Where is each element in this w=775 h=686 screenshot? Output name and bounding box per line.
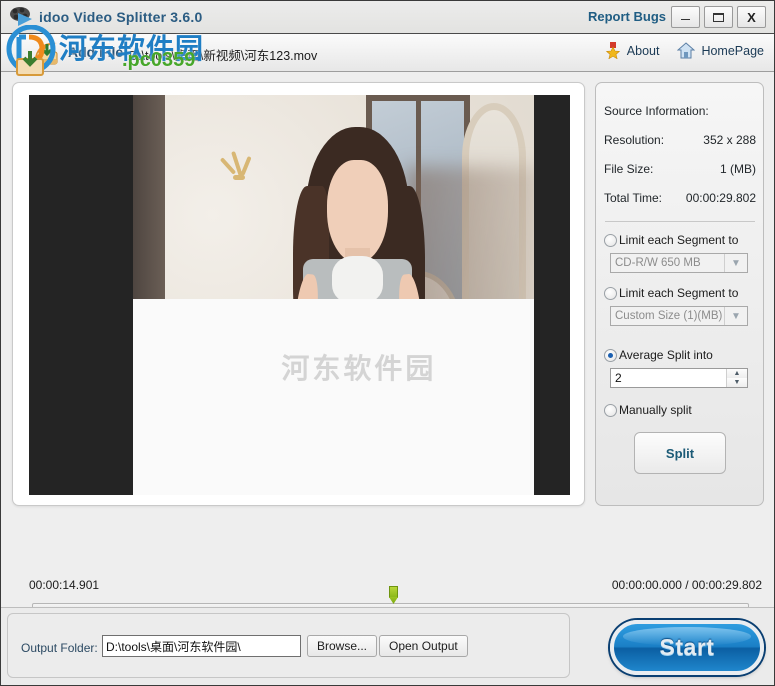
average-split-option[interactable]: Average Split into	[604, 348, 759, 363]
output-folder-label: Output Folder:	[21, 641, 98, 655]
output-folder-group: Output Folder: Browse... Open Output	[7, 613, 570, 678]
output-folder-input[interactable]	[102, 635, 301, 657]
window-controls: X	[671, 6, 766, 28]
video-frame-image: 河东软件园	[29, 95, 570, 495]
manual-split-option[interactable]: Manually split	[604, 403, 759, 418]
video-stage[interactable]: 河东软件园	[29, 95, 570, 495]
video-preview-panel: 河东软件园	[12, 82, 585, 506]
minimize-button[interactable]	[671, 6, 700, 28]
start-button-label: Start	[659, 634, 715, 660]
limit-preset-radio[interactable]	[604, 234, 617, 247]
limit-preset-option[interactable]: Limit each Segment to	[604, 233, 759, 248]
toolbar: Add File D:\tools\桌面\新视频\河东123.mov About…	[1, 34, 774, 72]
add-file-icon	[32, 38, 62, 66]
panel-divider	[605, 221, 755, 222]
window-title: idoo Video Splitter 3.6.0	[39, 9, 203, 25]
application-window: idoo Video Splitter 3.6.0 Report Bugs X …	[0, 0, 775, 686]
stepper-down-icon[interactable]: ▼	[727, 378, 747, 387]
footer-bar: Output Folder: Browse... Open Output Sta…	[1, 607, 774, 685]
letterbox-right	[534, 95, 570, 495]
homepage-label: HomePage	[701, 43, 764, 58]
maximize-button[interactable]	[704, 6, 733, 28]
main-content: 河东软件园 Source Information: Resolution: 35…	[1, 72, 774, 663]
about-button[interactable]: About	[605, 42, 660, 59]
homepage-button[interactable]: HomePage	[677, 42, 764, 59]
minimize-icon	[681, 19, 690, 20]
report-bugs-link[interactable]: Report Bugs	[588, 9, 666, 24]
total-time-label: Total Time:	[604, 191, 663, 205]
average-split-stepper[interactable]: 2 ▲ ▼	[610, 368, 748, 388]
limit-preset-label: Limit each Segment to	[619, 233, 739, 247]
manual-split-radio[interactable]	[604, 404, 617, 417]
about-label: About	[626, 43, 660, 58]
current-file-path: D:\tools\桌面\新视频\河东123.mov	[129, 49, 318, 63]
start-button[interactable]: Start	[610, 620, 764, 675]
open-output-button[interactable]: Open Output	[379, 635, 468, 657]
scene-wall-lamp	[217, 151, 261, 185]
average-split-value: 2	[615, 371, 622, 385]
letterbox-left	[29, 95, 133, 495]
file-size-value: 1 (MB)	[720, 162, 756, 176]
chevron-down-icon: ▼	[724, 307, 747, 325]
settings-panel: Source Information: Resolution: 352 x 28…	[595, 82, 764, 506]
limit-custom-dropdown[interactable]: Custom Size (1)(MB) ▼	[610, 306, 748, 326]
close-icon: X	[747, 9, 756, 25]
maximize-icon	[713, 12, 724, 22]
average-split-radio[interactable]	[604, 349, 617, 362]
file-size-label: File Size:	[604, 162, 654, 176]
timeline-mark-time: 00:00:14.901	[29, 578, 100, 592]
close-button[interactable]: X	[737, 6, 766, 28]
chevron-down-icon: ▼	[724, 254, 747, 272]
limit-preset-value: CD-R/W 650 MB	[615, 257, 701, 269]
home-icon	[677, 42, 696, 59]
manual-split-label: Manually split	[619, 403, 692, 417]
resolution-label: Resolution:	[604, 133, 665, 147]
average-split-label: Average Split into	[619, 348, 713, 362]
timeline-position-total: 00:00:00.000 / 00:00:29.802	[611, 578, 762, 592]
limit-custom-label: Limit each Segment to	[619, 286, 739, 300]
limit-custom-value: Custom Size (1)(MB)	[615, 310, 723, 322]
total-time-value: 00:00:29.802	[685, 191, 756, 205]
split-button[interactable]: Split	[634, 432, 726, 474]
app-icon	[8, 5, 34, 29]
resolution-value: 352 x 288	[703, 133, 756, 147]
browse-button[interactable]: Browse...	[307, 635, 378, 657]
star-award-icon	[605, 42, 620, 59]
add-file-label: Add File	[68, 44, 124, 60]
title-bar: idoo Video Splitter 3.6.0 Report Bugs X	[1, 1, 774, 34]
stepper-buttons[interactable]: ▲ ▼	[726, 369, 747, 387]
scene-overexposed-band	[133, 299, 534, 495]
add-file-button[interactable]: Add File	[32, 38, 123, 66]
toolbar-links: About HomePage	[605, 42, 764, 59]
timeline-marker-top[interactable]	[387, 586, 400, 605]
limit-preset-dropdown[interactable]: CD-R/W 650 MB ▼	[610, 253, 748, 273]
limit-custom-radio[interactable]	[604, 287, 617, 300]
limit-custom-option[interactable]: Limit each Segment to	[604, 286, 759, 301]
video-scene: 河东软件园	[133, 95, 534, 495]
source-information-heading: Source Information:	[604, 104, 709, 118]
stepper-up-icon[interactable]: ▲	[727, 369, 747, 378]
